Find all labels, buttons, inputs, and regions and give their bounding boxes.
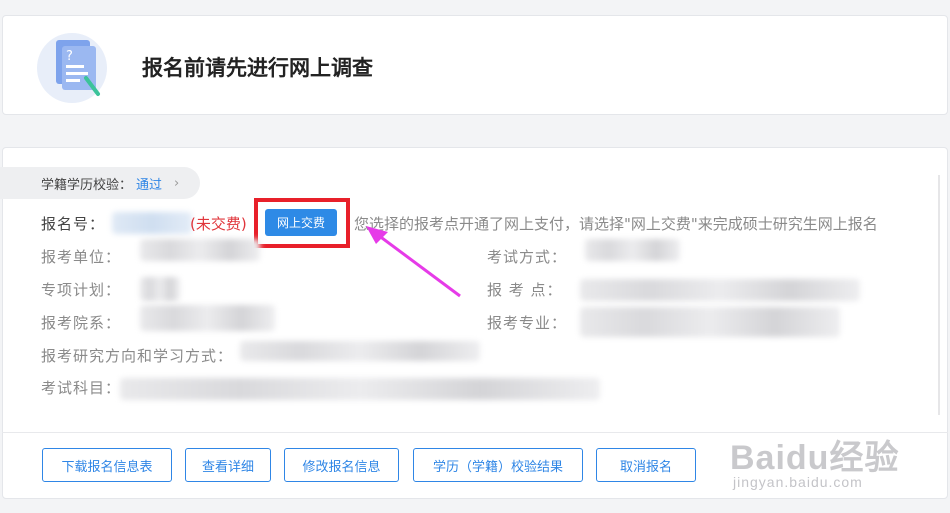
field-direction-value	[240, 341, 480, 361]
verification-status[interactable]: 学籍学历校验： 通过 ›	[0, 167, 200, 199]
field-exam-site-value	[580, 279, 860, 301]
annotation-highlight-box	[254, 198, 350, 248]
verification-label: 学籍学历校验：	[41, 177, 133, 193]
field-department-value	[140, 305, 275, 331]
payment-status: (未交费)	[190, 215, 247, 233]
chevron-right-icon: ›	[174, 175, 180, 191]
cancel-registration-button[interactable]: 取消报名	[596, 448, 696, 482]
verification-result: 通过	[136, 177, 163, 193]
field-subjects-label: 考试科目：	[41, 379, 122, 397]
field-major-label: 报考专业：	[487, 314, 568, 332]
modify-registration-button[interactable]: 修改报名信息	[284, 448, 399, 482]
view-details-button[interactable]: 查看详细	[185, 448, 271, 482]
svg-text:?: ?	[66, 49, 73, 64]
annotation-arrow-icon	[366, 226, 461, 298]
field-exam-site-label: 报 考 点：	[487, 281, 563, 299]
field-department-label: 报考院系：	[41, 314, 122, 332]
field-exam-method-value	[585, 239, 680, 261]
download-registration-form-button[interactable]: 下载报名信息表	[42, 448, 172, 482]
baidu-watermark-logo: Baidu经验	[730, 439, 900, 477]
registration-number-value	[112, 212, 192, 234]
field-unit-label: 报考单位：	[41, 248, 122, 266]
scrollbar[interactable]	[938, 175, 940, 415]
field-special-plan-value	[140, 277, 180, 301]
field-direction-label: 报考研究方向和学习方式：	[41, 347, 234, 365]
field-exam-method-label: 考试方式：	[487, 248, 568, 266]
field-major-value	[580, 307, 840, 337]
field-subjects-value	[120, 378, 600, 400]
survey-document-icon: ?	[37, 33, 107, 103]
baidu-watermark-url: jingyan.baidu.com	[733, 474, 863, 490]
field-unit-value	[140, 239, 260, 261]
verification-result-button[interactable]: 学历（学籍）校验结果	[413, 448, 583, 482]
field-special-plan-label: 专项计划：	[41, 281, 122, 299]
registration-number-label: 报名号：	[41, 215, 106, 233]
survey-title[interactable]: 报名前请先进行网上调查	[142, 52, 373, 82]
